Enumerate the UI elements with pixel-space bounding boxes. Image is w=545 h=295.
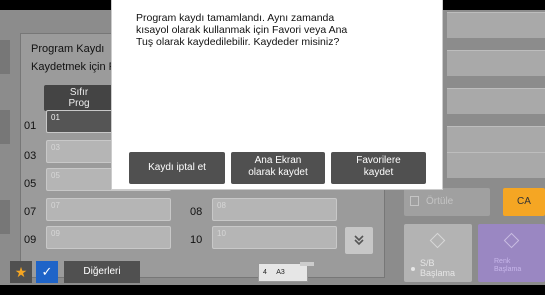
panel-subtitle: Kaydetmek için P [31,61,116,73]
program-slot-07[interactable]: 07 [46,198,171,221]
fav-line2: kaydet [363,167,394,178]
status-stripe [447,152,545,178]
home-line2: olarak kaydet [248,167,308,178]
bottom-edge [0,285,545,295]
bw-start-label: S/B Başlama [420,258,455,278]
others-button[interactable]: Diğerleri [64,261,140,283]
program-slot-08[interactable]: 08 [212,198,337,221]
indicator-dot-icon [411,267,415,271]
tray-level-icon [300,262,314,266]
row-number: 05 [24,178,37,190]
color-line2: Başlama [494,266,522,273]
reset-line2: Prog [68,98,90,109]
row-number: 01 [24,120,37,132]
row-number: 10 [190,234,203,246]
save-as-home-button[interactable]: Ana Ekran olarak kaydet [231,152,325,184]
left-edge-tab [0,40,10,74]
status-stripe [447,126,545,152]
bw-line2: Başlama [420,268,456,278]
status-stripe [447,50,545,76]
row-number: 09 [24,234,37,246]
panel-title: Program Kaydı [31,43,105,55]
clear-icon [410,196,419,206]
color-line1: Renk [494,258,511,265]
left-edge-tab [0,110,10,144]
star-icon[interactable]: ★ [10,261,32,283]
cancel-registration-button[interactable]: Kaydı iptal et [129,152,225,184]
color-start-label: Renk Başlama [494,258,521,274]
bw-line1: S/B [420,258,435,268]
paper-size: A3 [276,269,285,276]
save-to-favorites-button[interactable]: Favorilere kaydet [331,152,426,184]
left-edge-tab [0,200,10,234]
program-slot-10[interactable]: 10 [212,226,337,249]
status-stripe [447,88,545,114]
tray-number: 4 [263,269,267,276]
dialog-message: Program kaydı tamamlandı. Aynı zamanda k… [136,12,348,48]
double-chevron-down-icon[interactable] [345,227,373,254]
reset-line1: Sıfır [69,87,89,98]
save-confirm-dialog: Program kaydı tamamlandı. Aynı zamanda k… [111,0,443,190]
program-slot-09[interactable]: 09 [46,226,171,249]
row-number: 08 [190,206,203,218]
status-stripe [447,12,545,38]
ca-button[interactable]: CA [503,188,545,216]
screen: Program Kaydı Kaydetmek için P Sıfır Pro… [0,0,545,295]
home-line1: Ana Ekran [254,155,302,166]
row-number: 07 [24,206,37,218]
reset-program-button[interactable]: Sıfır Prog [44,85,114,111]
check-icon[interactable]: ✓ [36,261,58,283]
row-number: 03 [24,150,37,162]
fav-line1: Favorilere [356,155,401,166]
